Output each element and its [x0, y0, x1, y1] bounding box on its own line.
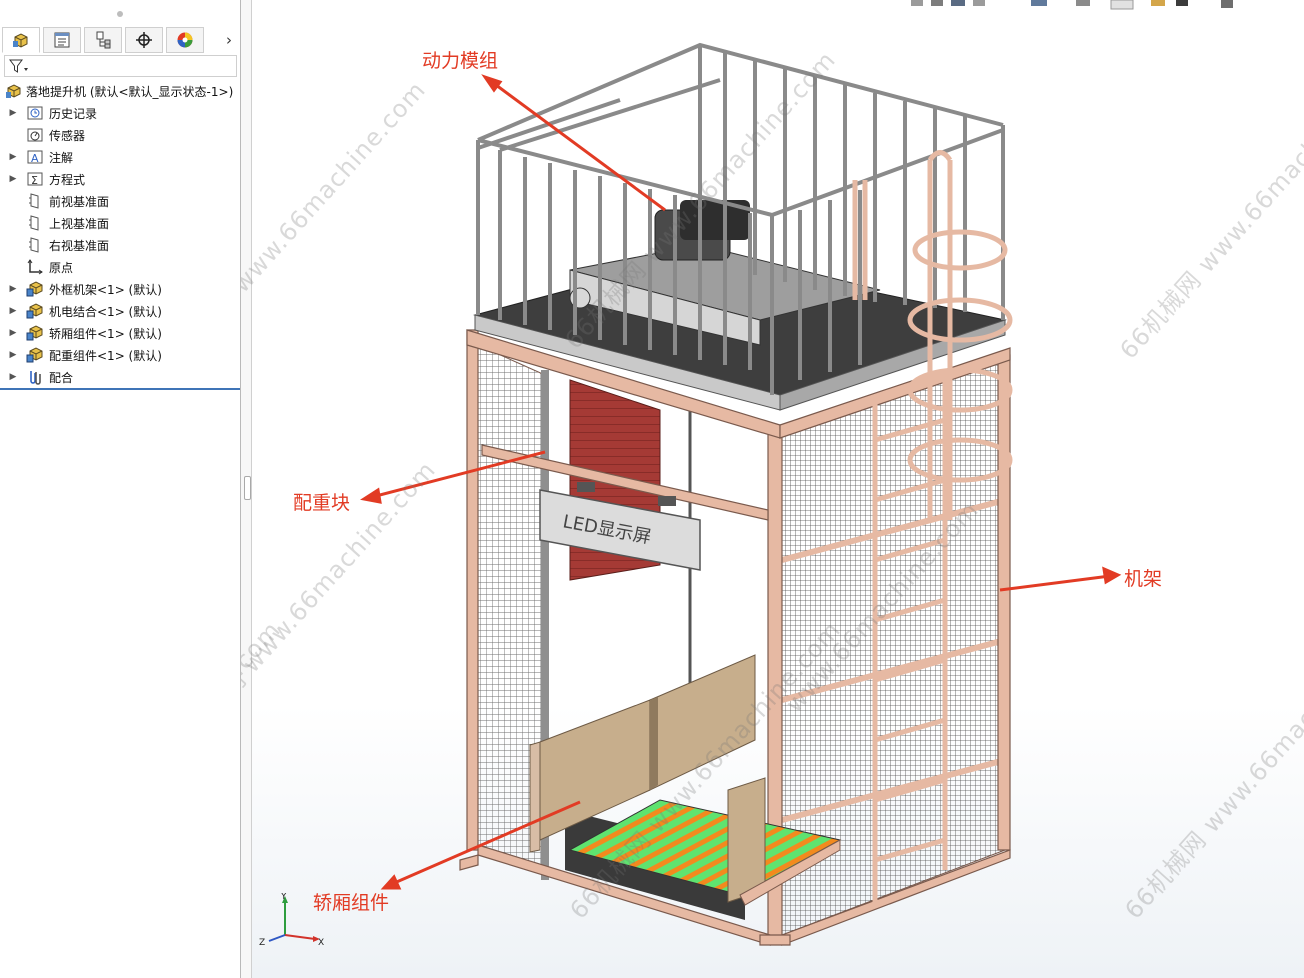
- tree-item-label: 外框机架<1> (默认): [49, 282, 162, 297]
- triad-x-label: X: [318, 938, 324, 948]
- tree-item-label: 上视基准面: [49, 216, 110, 231]
- tree-item-label: 右视基准面: [49, 238, 110, 253]
- plane-icon: [26, 236, 44, 254]
- sensor-icon: [26, 126, 44, 144]
- tree-item[interactable]: ▶ 轿厢组件<1> (默认): [0, 322, 240, 344]
- expand-arrow-icon[interactable]: ▶: [8, 350, 18, 360]
- svg-text:A: A: [31, 152, 39, 165]
- feature-manager-tab[interactable]: [2, 27, 40, 53]
- triad-z-label: Z: [259, 938, 265, 948]
- tree-root-label: 落地提升机 (默认<默认_显示状态-1>): [26, 84, 234, 99]
- tree-item-label: 机电结合<1> (默认): [49, 304, 162, 319]
- tree-item[interactable]: ▶ A 注解: [0, 146, 240, 168]
- plane-icon: [26, 192, 44, 210]
- filter-icon: [9, 59, 28, 73]
- subassembly-icon: [26, 324, 44, 342]
- view-triad[interactable]: Y X Z: [255, 893, 325, 953]
- manager-tabs: ›: [2, 27, 240, 53]
- triad-y-label: Y: [280, 893, 287, 902]
- dimxpert-tab[interactable]: [125, 27, 163, 53]
- tree-item-label: 历史记录: [49, 106, 98, 121]
- callout-counterweight: 配重块: [293, 492, 351, 514]
- plane-icon: [26, 214, 44, 232]
- tree-item-label: 原点: [49, 260, 74, 275]
- tree-item-label: 方程式: [49, 172, 86, 187]
- origin-icon: [26, 258, 44, 276]
- annotation-icon: A: [26, 148, 44, 166]
- configuration-icon: [96, 31, 111, 49]
- tree-item-label: 前视基准面: [49, 194, 110, 209]
- tree-item[interactable]: 上视基准面: [0, 212, 240, 234]
- tree-item[interactable]: ▶ 配重组件<1> (默认): [0, 344, 240, 366]
- configuration-manager-tab[interactable]: [84, 27, 122, 53]
- tree-item[interactable]: ▶ 历史记录: [0, 102, 240, 124]
- display-manager-tab[interactable]: [166, 27, 204, 53]
- tree-item-label: 传感器: [49, 128, 86, 143]
- assembly-icon: [5, 82, 23, 100]
- tree-item[interactable]: ▶ 机电结合<1> (默认): [0, 300, 240, 322]
- more-tabs-chevron-icon[interactable]: ›: [218, 27, 240, 53]
- expand-arrow-icon[interactable]: ▶: [8, 372, 18, 382]
- feature-manager-panel: › 落地提升机 (默认<默认_显示状态-1>) ▶ 历史记录传感器 ▶ A 注解 ▶ Σ 方程式…: [0, 0, 241, 978]
- mates-icon: [26, 368, 44, 386]
- crosshair-icon: [136, 32, 152, 48]
- color-wheel-icon: [177, 32, 193, 48]
- subassembly-icon: [26, 302, 44, 320]
- graphics-viewport[interactable]: LED显示屏 动力模组 配重块 机架 轿厢组件 66机械网: [241, 0, 1304, 978]
- panel-grip[interactable]: [117, 11, 123, 17]
- equation-icon: Σ: [26, 170, 44, 188]
- feature-filter-input[interactable]: [4, 55, 237, 77]
- tree-item-label: 配合: [49, 370, 74, 385]
- subassembly-icon: [26, 280, 44, 298]
- tree-item[interactable]: ▶ 外框机架<1> (默认): [0, 278, 240, 300]
- expand-arrow-icon[interactable]: ▶: [8, 174, 18, 184]
- callout-frame: 机架: [1124, 568, 1163, 590]
- tree-item-label: 配重组件<1> (默认): [49, 348, 162, 363]
- feature-tree-icon: [13, 33, 28, 48]
- expand-arrow-icon[interactable]: ▶: [8, 108, 18, 118]
- feature-tree: 落地提升机 (默认<默认_显示状态-1>) ▶ 历史记录传感器 ▶ A 注解 ▶ Σ 方程式前视…: [0, 80, 240, 388]
- tree-item[interactable]: 传感器: [0, 124, 240, 146]
- expand-arrow-icon[interactable]: ▶: [8, 328, 18, 338]
- tree-divider: [0, 388, 240, 390]
- history-folder-icon: [26, 104, 44, 122]
- subassembly-icon: [26, 346, 44, 364]
- property-manager-tab[interactable]: [43, 27, 81, 53]
- property-list-icon: [54, 32, 70, 48]
- tree-item[interactable]: ▶ Σ 方程式: [0, 168, 240, 190]
- svg-text:Σ: Σ: [31, 174, 38, 187]
- tree-item-label: 注解: [49, 150, 74, 165]
- tree-item[interactable]: 前视基准面: [0, 190, 240, 212]
- expand-arrow-icon[interactable]: ▶: [8, 284, 18, 294]
- callout-power-module: 动力模组: [422, 50, 499, 72]
- tree-item[interactable]: ▶ 配合: [0, 366, 240, 388]
- expand-arrow-icon[interactable]: ▶: [8, 306, 18, 316]
- tree-item-label: 轿厢组件<1> (默认): [49, 326, 162, 341]
- tree-item[interactable]: 原点: [0, 256, 240, 278]
- tree-root-assembly[interactable]: 落地提升机 (默认<默认_显示状态-1>): [0, 80, 240, 102]
- expand-arrow-icon[interactable]: ▶: [8, 152, 18, 162]
- tree-item[interactable]: 右视基准面: [0, 234, 240, 256]
